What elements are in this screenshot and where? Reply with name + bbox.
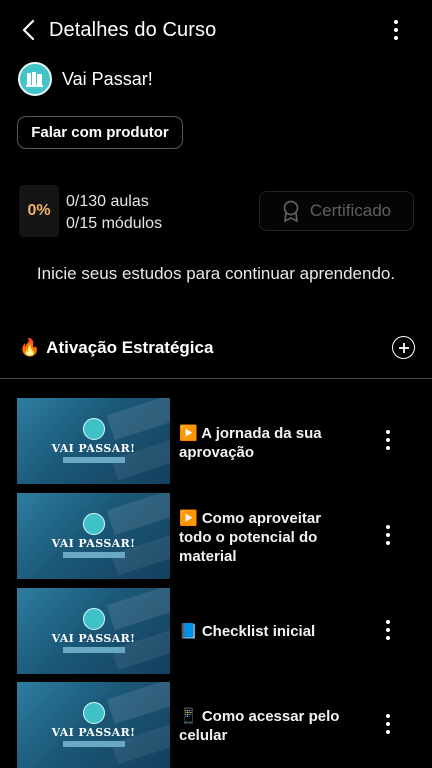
lesson-item[interactable]: VAI PASSAR! 📘 Checklist inicial bbox=[17, 588, 417, 674]
lesson-options-button[interactable] bbox=[378, 428, 398, 452]
lesson-title: 📱 Como acessar pelo celular bbox=[179, 708, 340, 744]
back-button[interactable] bbox=[14, 14, 42, 46]
module-title: Ativação Estratégica bbox=[46, 338, 214, 357]
lessons-count: 0/130 aulas bbox=[66, 193, 149, 210]
lesson-title: ▶️ A jornada da sua aprovação bbox=[179, 425, 322, 461]
certificate-button[interactable]: Certificado bbox=[259, 191, 414, 231]
thumbnail-title: VAI PASSAR! bbox=[51, 537, 136, 550]
study-message: Inicie seus estudos para continuar apren… bbox=[36, 264, 396, 283]
progress-percent-badge: 0% bbox=[19, 185, 59, 237]
progress-stats: 0/130 aulas 0/15 módulos bbox=[66, 191, 162, 235]
more-vertical-icon bbox=[394, 20, 398, 40]
thumbnail-title: VAI PASSAR! bbox=[51, 726, 136, 739]
product-name: Vai Passar! bbox=[62, 68, 153, 89]
lesson-thumbnail: VAI PASSAR! bbox=[17, 588, 170, 674]
more-options-button[interactable] bbox=[384, 18, 408, 42]
lesson-item[interactable]: VAI PASSAR! 📱 Como acessar pelo celular bbox=[17, 682, 417, 768]
lesson-options-button[interactable] bbox=[378, 712, 398, 736]
app-header: Detalhes do Curso bbox=[0, 0, 432, 60]
thumbnail-title: VAI PASSAR! bbox=[51, 632, 136, 645]
more-vertical-icon bbox=[386, 525, 390, 545]
lesson-title: 📘 Checklist inicial bbox=[179, 623, 316, 640]
lesson-thumbnail: VAI PASSAR! bbox=[17, 398, 170, 484]
chevron-left-icon bbox=[22, 19, 35, 41]
lesson-item[interactable]: VAI PASSAR! ▶️ Como aproveitar todo o pot… bbox=[17, 493, 417, 579]
more-vertical-icon bbox=[386, 714, 390, 734]
product-logo bbox=[18, 62, 52, 96]
more-vertical-icon bbox=[386, 620, 390, 640]
expand-module-button[interactable] bbox=[392, 336, 415, 359]
product-info[interactable]: Vai Passar! bbox=[18, 62, 153, 96]
product-logo-small bbox=[83, 513, 105, 535]
lesson-title: ▶️ Como aproveitar todo o potencial do mat… bbox=[179, 510, 322, 565]
lesson-options-button[interactable] bbox=[378, 523, 398, 547]
lesson-options-button[interactable] bbox=[378, 618, 398, 642]
modules-count: 0/15 módulos bbox=[66, 215, 163, 232]
page-title: Detalhes do Curso bbox=[49, 19, 217, 41]
product-logo-small bbox=[83, 608, 105, 630]
lesson-thumbnail: VAI PASSAR! bbox=[17, 682, 170, 768]
award-icon bbox=[283, 200, 299, 222]
product-logo-small bbox=[83, 418, 105, 440]
lesson-item[interactable]: VAI PASSAR! ▶️ A jornada da sua aprovação bbox=[17, 398, 417, 484]
fire-icon: 🔥 bbox=[19, 338, 41, 357]
more-vertical-icon bbox=[386, 430, 390, 450]
product-logo-small bbox=[83, 702, 105, 724]
thumbnail-title: VAI PASSAR! bbox=[51, 442, 136, 455]
divider bbox=[0, 378, 432, 379]
certificate-label: Certificado bbox=[309, 201, 392, 220]
lesson-thumbnail: VAI PASSAR! bbox=[17, 493, 170, 579]
plus-icon bbox=[398, 342, 409, 353]
talk-to-producer-button[interactable]: Falar com produtor bbox=[17, 116, 183, 149]
module-header[interactable]: 🔥 Ativação Estratégica bbox=[19, 334, 417, 362]
book-icon bbox=[26, 72, 43, 87]
